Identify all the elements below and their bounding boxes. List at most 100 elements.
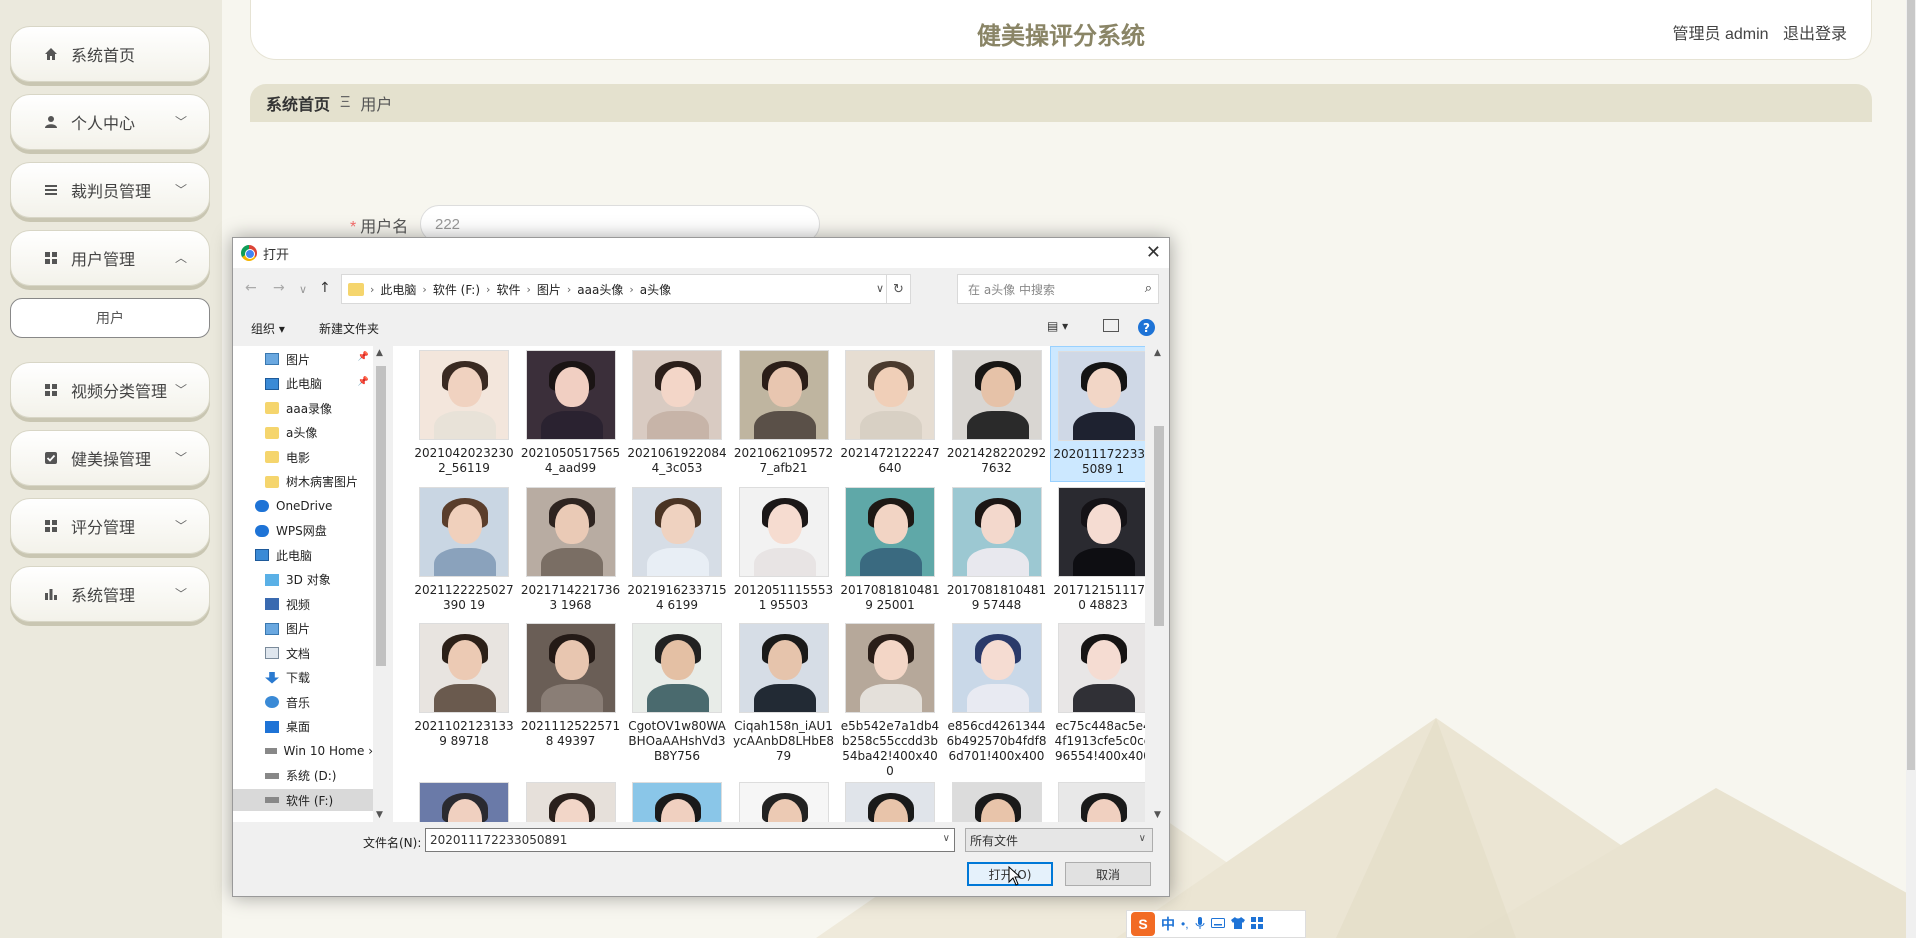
path-segment[interactable]: 软件 <box>496 281 520 298</box>
path-segment[interactable]: a头像 <box>640 281 671 298</box>
file-item[interactable]: 2021472122247640 <box>837 346 943 482</box>
path-segment[interactable]: aaa头像 <box>577 281 623 298</box>
sidebar-item-personal-center[interactable]: 个人中心 ﹀ <box>10 94 210 150</box>
refresh-icon[interactable]: ↻ <box>886 275 910 303</box>
file-item[interactable]: 20210621095727_afb21 <box>731 346 837 482</box>
nav-item[interactable]: 下载 <box>233 667 373 689</box>
sidebar-item-system-management[interactable]: 系统管理 ﹀ <box>10 566 210 622</box>
nav-item[interactable]: 音乐 <box>233 691 373 713</box>
file-item[interactable] <box>1050 778 1145 822</box>
chevron-down-icon[interactable]: ∨ <box>943 833 950 844</box>
file-item[interactable]: 2021122225027390 19 <box>411 483 517 619</box>
file-item[interactable] <box>944 778 1050 822</box>
search-input[interactable]: 在 a头像 中搜索 ⌕ <box>957 274 1159 304</box>
page-scrollbar-thumb[interactable] <box>1907 0 1915 770</box>
path-segment[interactable]: 图片 <box>537 281 561 298</box>
close-icon[interactable]: ✕ <box>1146 242 1161 263</box>
file-item[interactable]: 20217142217363 1968 <box>518 483 624 619</box>
file-item[interactable] <box>411 778 517 822</box>
toolbox-icon[interactable] <box>1250 916 1263 932</box>
nav-item[interactable]: 电影 <box>233 446 373 468</box>
sidebar-item-home[interactable]: 系统首页 <box>10 26 210 82</box>
file-item[interactable] <box>731 778 837 822</box>
scroll-down-icon[interactable]: ▼ <box>1154 810 1161 820</box>
help-icon[interactable]: ? <box>1138 319 1155 336</box>
forward-arrow-icon[interactable]: → <box>273 280 285 296</box>
nav-item[interactable]: WPS网盘 <box>233 520 373 542</box>
file-item[interactable]: 20171215111720 48823 <box>1050 483 1145 619</box>
cancel-button[interactable]: 取消 <box>1065 862 1151 886</box>
change-view-icon[interactable]: ▤ ▾ <box>1047 319 1068 333</box>
page-scrollbar[interactable] <box>1906 0 1916 938</box>
file-item[interactable]: 20211021231339 89718 <box>411 619 517 755</box>
nav-item[interactable]: 视频 <box>233 593 373 615</box>
sidebar-item-aerobics-management[interactable]: 健美操管理 ﹀ <box>10 430 210 486</box>
nav-item[interactable]: 树木病害图片 <box>233 471 373 493</box>
new-folder-button[interactable]: 新建文件夹 <box>319 320 379 337</box>
sogou-logo-icon[interactable]: S <box>1131 912 1155 936</box>
back-arrow-icon[interactable]: ← <box>245 280 257 296</box>
file-item[interactable]: 20214282202927632 <box>944 346 1050 482</box>
file-item[interactable]: 20210505175654_aad99 <box>518 346 624 482</box>
file-item[interactable]: 20201117223305089 1 <box>1050 346 1145 482</box>
sidebar-item-user-management[interactable]: 用户管理 ︿ <box>10 230 210 286</box>
scrollbar-thumb[interactable] <box>376 366 386 666</box>
file-item[interactable]: 20170818104819 57448 <box>944 483 1050 619</box>
nav-item[interactable]: 此电脑 📌 <box>233 373 373 395</box>
file-item[interactable]: Ciqah158n_iAU1ycAAnbD8LHbE879 <box>731 619 837 763</box>
file-item[interactable]: 20210619220844_3c053 <box>624 346 730 482</box>
nav-item[interactable]: 3D 对象 <box>233 569 373 591</box>
dialog-titlebar[interactable]: 打开 ✕ <box>233 238 1169 268</box>
scroll-down-icon[interactable]: ▼ <box>376 810 383 820</box>
navigation-pane-scrollbar[interactable]: ▲ ▼ <box>373 346 389 822</box>
path-segment[interactable]: 软件 (F:) <box>433 281 480 298</box>
nav-item[interactable]: aaa录像 <box>233 397 373 419</box>
scroll-up-icon[interactable]: ▲ <box>1154 348 1161 358</box>
sidebar-item-score-management[interactable]: 评分管理 ﹀ <box>10 498 210 554</box>
nav-item[interactable]: 系统 (D:) <box>233 765 373 787</box>
keyboard-icon[interactable] <box>1210 917 1225 931</box>
file-item[interactable] <box>837 778 943 822</box>
microphone-icon[interactable] <box>1195 916 1205 933</box>
breadcrumb-home[interactable]: 系统首页 <box>266 91 330 115</box>
nav-item[interactable]: 此电脑 <box>233 544 373 566</box>
file-item[interactable]: ec75c448ac5e44f1913cfe5c0cd96554!400x400 <box>1050 619 1145 763</box>
nav-item[interactable]: 软件 (F:) <box>233 789 373 811</box>
skin-icon[interactable] <box>1230 916 1245 932</box>
nav-item[interactable]: Win 10 Home › <box>233 740 373 762</box>
file-item[interactable]: 20219162337154 6199 <box>624 483 730 619</box>
file-item[interactable]: e5b542e7a1db4b258c55ccdd3b54ba42!400x400 <box>837 619 943 778</box>
nav-item[interactable]: 桌面 <box>233 716 373 738</box>
nav-item[interactable]: a头像 <box>233 422 373 444</box>
chevron-down-icon[interactable]: ∨ <box>876 282 884 295</box>
nav-item[interactable]: 文档 <box>233 642 373 664</box>
sidebar-item-referee-management[interactable]: 裁判员管理 ﹀ <box>10 162 210 218</box>
ime-mode-toggle[interactable]: 中 <box>1161 914 1175 934</box>
scrollbar-thumb[interactable] <box>1154 426 1164 626</box>
file-item[interactable]: 20211125225718 49397 <box>518 619 624 755</box>
scroll-up-icon[interactable]: ▲ <box>376 348 383 358</box>
file-item[interactable]: 20120511155531 95503 <box>731 483 837 619</box>
filetype-select[interactable]: 所有文件 ∨ <box>965 828 1153 852</box>
logout-link[interactable]: 退出登录 <box>1783 26 1847 43</box>
file-item[interactable] <box>624 778 730 822</box>
organize-button[interactable]: 组织 ▾ <box>251 320 285 337</box>
file-item[interactable] <box>518 778 624 822</box>
nav-item[interactable]: 图片 <box>233 618 373 640</box>
submenu-item-user[interactable]: 用户 <box>10 298 210 338</box>
sidebar-item-video-category-management[interactable]: 视频分类管理 ﹀ <box>10 362 210 418</box>
punctuation-toggle[interactable]: •, <box>1181 917 1189 931</box>
file-item[interactable]: CgotOV1w80WABHOaAAHshVd3B8Y756 <box>624 619 730 763</box>
recent-chevron-icon[interactable]: ∨ <box>299 283 307 296</box>
nav-item[interactable]: 图片 📌 <box>233 348 373 370</box>
preview-pane-icon[interactable] <box>1103 319 1119 332</box>
filename-input[interactable]: 202011172233050891 ∨ <box>425 828 955 852</box>
file-list-scrollbar[interactable]: ▲ ▼ <box>1151 346 1167 822</box>
up-arrow-icon[interactable]: ↑ <box>319 280 331 296</box>
file-item[interactable]: e856cd42613446b492570b4fdf86d701!400x400 <box>944 619 1050 763</box>
file-item[interactable]: 20210420232302_56119 <box>411 346 517 482</box>
address-bar[interactable]: › 此电脑 › 软件 (F:) › 软件 › 图片 › aaa头像 › a头像 … <box>341 274 911 304</box>
file-item[interactable]: 20170818104819 25001 <box>837 483 943 619</box>
nav-item[interactable]: OneDrive <box>233 495 373 517</box>
path-segment[interactable]: 此电脑 <box>380 281 416 298</box>
